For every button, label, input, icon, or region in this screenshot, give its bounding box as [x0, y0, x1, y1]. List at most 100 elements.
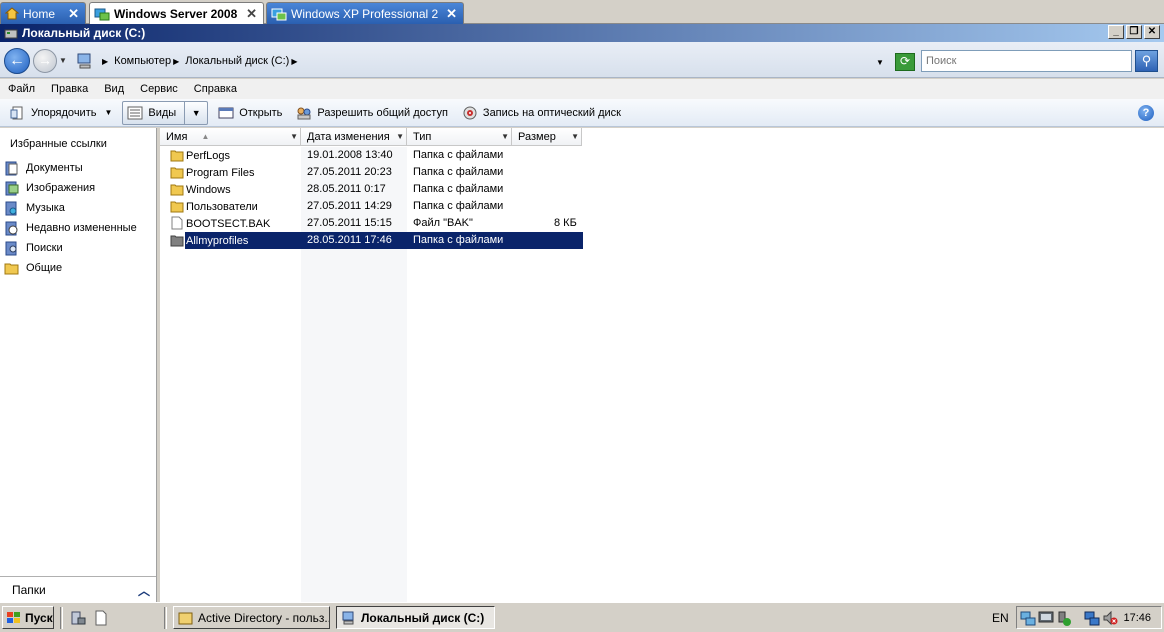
file-size: 8 КБ [554, 217, 577, 229]
chevron-right-icon[interactable]: ▶ [173, 57, 179, 66]
nav-item-label: Поиски [26, 242, 63, 254]
file-date: 27.05.2011 20:23 [307, 166, 392, 178]
clock[interactable]: 17:46 [1123, 612, 1151, 624]
window-title-bar[interactable]: Локальный диск (C:) _ ❐ ✕ [0, 24, 1164, 42]
burn-label: Запись на оптический диск [482, 106, 621, 119]
table-row[interactable]: Пользователи 27.05.2011 14:29 Папка с фа… [168, 198, 583, 215]
nav-item-recent[interactable]: Недавно измененные [4, 219, 137, 237]
sort-ascending-icon: ▲ [201, 132, 210, 141]
file-date: 19.01.2008 13:40 [307, 149, 393, 161]
task-local-disk[interactable]: Локальный диск (C:) [336, 606, 495, 629]
column-header-type[interactable]: Тип ▼ [407, 128, 512, 146]
nav-item-documents[interactable]: Документы [4, 159, 83, 177]
chevron-right-icon[interactable]: ▶ [291, 57, 297, 66]
table-row[interactable]: BOOTSECT.BAK 27.05.2011 15:15 Файл "BAK"… [168, 215, 583, 232]
history-dropdown-icon[interactable]: ▼ [59, 56, 67, 65]
menu-help[interactable]: Справка [194, 83, 237, 95]
column-header-name[interactable]: Имя ▲ ▼ [160, 128, 301, 146]
menu-tools[interactable]: Сервис [140, 83, 178, 95]
search-button[interactable]: ⚲ [1135, 50, 1158, 72]
music-icon [5, 201, 17, 215]
table-row[interactable]: Windows 28.05.2011 0:17 Папка с файлами [168, 181, 583, 198]
breadcrumb-computer[interactable]: Компьютер [114, 55, 171, 67]
menu-view[interactable]: Вид [104, 83, 124, 95]
menu-bar: Файл Правка Вид Сервис Справка [0, 79, 1164, 99]
network-connection-icon[interactable] [1084, 610, 1100, 626]
file-name: Program Files [186, 166, 255, 179]
file-name: Windows [186, 183, 231, 196]
refresh-button[interactable]: ⟳ [895, 53, 915, 71]
views-label: Виды [148, 106, 177, 119]
folders-toggle[interactable]: Папки ︿ [0, 576, 156, 602]
table-row-selected[interactable]: Allmyprofiles 28.05.2011 17:46 Папка с ф… [170, 232, 583, 249]
file-name: Allmyprofiles [186, 234, 249, 247]
table-row[interactable]: Program Files 27.05.2011 20:23 Папка с ф… [168, 164, 583, 181]
navigation-pane: Избранные ссылки Документы Изображения М… [0, 128, 157, 602]
share-icon [297, 107, 311, 119]
vm-tab-home[interactable]: Home ✕ [0, 2, 86, 24]
column-header-label: Дата изменения [307, 130, 390, 143]
server-manager-icon[interactable] [70, 610, 86, 626]
open-button[interactable]: Открыть [214, 101, 286, 125]
chevron-down-icon[interactable]: ▼ [501, 132, 509, 141]
restore-button[interactable]: ❐ [1126, 25, 1142, 39]
minimize-button[interactable]: _ [1108, 25, 1124, 39]
file-date: 27.05.2011 15:15 [307, 217, 392, 229]
chevron-down-icon[interactable]: ▼ [396, 132, 404, 141]
close-icon[interactable]: ✕ [446, 6, 457, 22]
chevron-down-icon[interactable]: ▼ [185, 108, 207, 118]
chevron-down-icon[interactable]: ▼ [290, 132, 298, 141]
nav-item-searches[interactable]: Поиски [4, 239, 63, 257]
taskbar-separator [164, 607, 167, 629]
recent-icon [5, 221, 18, 235]
command-bar: Упорядочить ▼ Виды ▼ Открыть Разрешить о… [0, 99, 1164, 127]
nav-item-music[interactable]: Музыка [4, 199, 65, 217]
blank-document-icon[interactable] [93, 610, 109, 626]
column-header-date[interactable]: Дата изменения ▼ [301, 128, 407, 146]
volume-muted-icon[interactable] [1102, 610, 1118, 626]
back-button[interactable]: ← [4, 48, 30, 74]
window-title: Локальный диск (C:) [22, 26, 146, 40]
computer-icon [342, 611, 354, 624]
chevron-down-icon[interactable]: ▼ [571, 132, 579, 141]
close-icon[interactable]: ✕ [246, 6, 257, 22]
organize-icon [10, 106, 23, 119]
share-button[interactable]: Разрешить общий доступ [292, 101, 452, 125]
column-header-size[interactable]: Размер ▼ [512, 128, 582, 146]
safely-remove-icon[interactable] [1056, 610, 1072, 626]
computer-icon [77, 53, 91, 69]
file-icon [171, 216, 183, 230]
pictures-icon [5, 181, 19, 195]
close-button[interactable]: ✕ [1144, 25, 1160, 39]
nav-item-pictures[interactable]: Изображения [4, 179, 95, 197]
breadcrumb[interactable]: ▶ Компьютер ▶ Локальный диск (C:) ▶ [76, 50, 890, 72]
burn-button[interactable]: Запись на оптический диск [458, 101, 625, 125]
views-button[interactable]: Виды ▼ [122, 100, 209, 125]
language-indicator[interactable]: EN [992, 611, 1009, 625]
search-input[interactable] [921, 50, 1132, 72]
folder-icon [170, 184, 184, 196]
vm-tab-windows-server[interactable]: Windows Server 2008 ✕ [89, 2, 264, 24]
network-icon[interactable] [1020, 610, 1036, 626]
breadcrumb-local-disk[interactable]: Локальный диск (C:) [185, 55, 289, 67]
nav-item-public[interactable]: Общие [4, 259, 62, 277]
menu-edit[interactable]: Правка [51, 83, 88, 95]
file-type: Файл "BAK" [413, 217, 473, 229]
nav-item-label: Недавно измененные [26, 222, 137, 234]
table-row[interactable]: PerfLogs 19.01.2008 13:40 Папка с файлам… [168, 147, 583, 164]
close-icon[interactable]: ✕ [68, 6, 79, 22]
monitor-icon[interactable] [1038, 610, 1054, 626]
chevron-right-icon[interactable]: ▶ [102, 57, 108, 66]
menu-file[interactable]: Файл [8, 83, 35, 95]
forward-button[interactable]: → [33, 49, 57, 73]
address-bar: ← → ▼ ▶ Компьютер ▶ Локальный диск (C:) … [0, 42, 1164, 78]
file-name: BOOTSECT.BAK [186, 217, 271, 230]
vm-tab-windows-xp[interactable]: Windows XP Professional 2 ✕ [266, 2, 464, 24]
start-button[interactable]: Пуск [2, 606, 54, 629]
start-label: Пуск [25, 610, 53, 625]
home-icon [5, 7, 19, 20]
task-active-directory[interactable]: Active Directory - польз... [173, 606, 330, 629]
organize-button[interactable]: Упорядочить ▼ [6, 101, 116, 125]
help-button[interactable]: ? [1138, 105, 1154, 121]
address-dropdown-icon[interactable]: ▼ [876, 58, 884, 67]
